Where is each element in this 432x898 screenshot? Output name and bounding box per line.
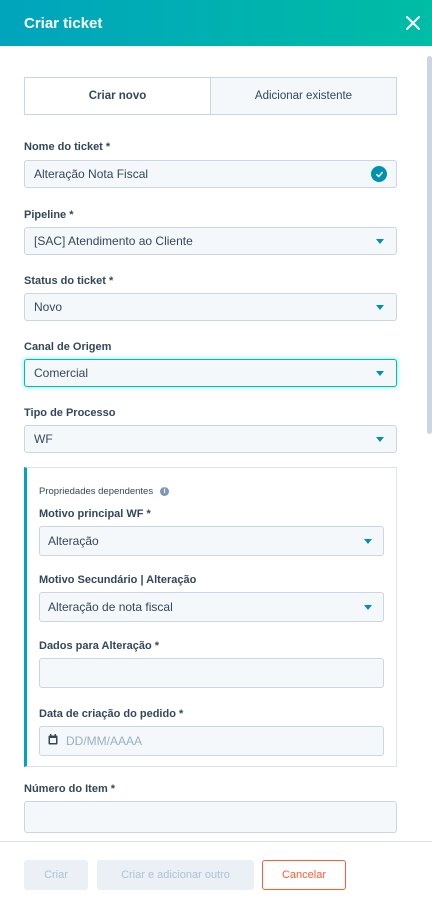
tab-criar-novo[interactable]: Criar novo — [25, 78, 210, 114]
tab-bar: Criar novo Adicionar existente — [24, 77, 397, 115]
tab-adicionar-existente[interactable]: Adicionar existente — [210, 78, 396, 114]
panel-header: Criar ticket — [0, 0, 432, 46]
motivo-principal-value: Alteração — [48, 534, 99, 548]
motivo-principal-label: Motivo principal WF * — [39, 508, 151, 520]
dados-alteracao-label: Dados para Alteração * — [39, 640, 160, 652]
pipeline-label: Pipeline * — [24, 209, 74, 221]
chevron-down-icon — [376, 436, 384, 442]
panel-title: Criar ticket — [24, 14, 103, 32]
dependent-properties-title: Propriedades dependentes i — [39, 486, 170, 497]
tipo-label: Tipo de Processo — [24, 407, 116, 419]
data-criacao-label: Data de criação do pedido * — [39, 708, 184, 720]
status-value: Novo — [34, 300, 63, 314]
numero-item-label: Número do Item * — [24, 783, 116, 795]
date-placeholder: DD/MM/AAAA — [66, 734, 143, 748]
canal-label: Canal de Origem — [24, 341, 112, 353]
dependent-properties-panel: Propriedades dependentes i Motivo princi… — [24, 467, 397, 767]
chevron-down-icon — [364, 604, 372, 610]
tipo-value: WF — [34, 432, 53, 446]
check-icon — [371, 166, 387, 182]
motivo-secundario-value: Alteração de nota fiscal — [48, 600, 173, 614]
status-select[interactable]: Novo — [24, 293, 397, 321]
scrollbar[interactable] — [427, 56, 432, 434]
calendar-icon — [48, 734, 58, 748]
motivo-principal-select[interactable]: Alteração — [39, 526, 384, 556]
info-icon[interactable]: i — [160, 487, 170, 496]
form-scroll-area[interactable]: Criar novo Adicionar existente Nome do t… — [0, 46, 432, 841]
chevron-down-icon — [376, 238, 384, 244]
pipeline-value: [SAC] Atendimento ao Cliente — [34, 234, 193, 248]
data-criacao-input[interactable]: DD/MM/AAAA — [39, 726, 384, 756]
tipo-select[interactable]: WF — [24, 425, 397, 453]
ticket-name-input[interactable]: Alteração Nota Fiscal — [24, 160, 397, 188]
dependent-properties-title-text: Propriedades dependentes — [39, 486, 154, 497]
canal-select[interactable]: Comercial — [24, 359, 397, 387]
panel-footer: Criar Criar e adicionar outro Cancelar — [0, 841, 432, 898]
chevron-down-icon — [376, 304, 384, 310]
motivo-secundario-select[interactable]: Alteração de nota fiscal — [39, 592, 384, 622]
chevron-down-icon — [376, 370, 384, 376]
create-button[interactable]: Criar — [24, 860, 88, 890]
status-label: Status do ticket * — [24, 275, 114, 287]
pipeline-select[interactable]: [SAC] Atendimento ao Cliente — [24, 227, 397, 255]
chevron-down-icon — [364, 538, 372, 544]
dados-alteracao-input[interactable] — [39, 658, 384, 688]
numero-item-input[interactable] — [24, 801, 397, 833]
motivo-secundario-label: Motivo Secundário | Alteração — [39, 574, 197, 586]
ticket-name-label: Nome do ticket * — [24, 141, 111, 153]
ticket-name-value: Alteração Nota Fiscal — [34, 167, 149, 181]
cancel-button[interactable]: Cancelar — [262, 860, 346, 890]
canal-value: Comercial — [34, 366, 89, 380]
close-icon[interactable] — [400, 10, 426, 36]
create-and-add-another-button[interactable]: Criar e adicionar outro — [97, 860, 254, 890]
